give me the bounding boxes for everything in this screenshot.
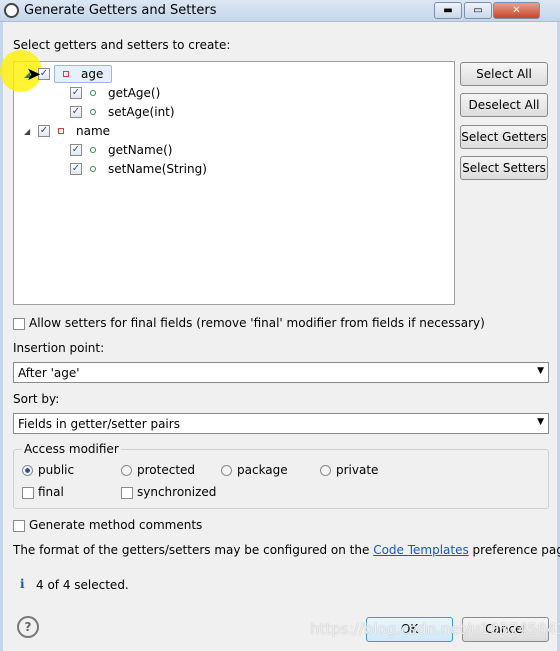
select-all-button[interactable]: Select All bbox=[460, 62, 548, 86]
tree-label: getName() bbox=[108, 143, 173, 157]
radio-private[interactable]: private bbox=[320, 463, 378, 477]
sort-by-select[interactable]: Fields in getter/setter pairs ▼ bbox=[13, 413, 549, 434]
allow-final-checkbox[interactable]: Allow setters for final fields (remove '… bbox=[13, 316, 485, 330]
method-icon bbox=[90, 166, 96, 172]
window-title: Generate Getters and Setters bbox=[24, 3, 217, 18]
dropdown-arrow-icon: ▼ bbox=[537, 417, 544, 427]
checkbox-label: final bbox=[38, 485, 64, 499]
tree-label: setName(String) bbox=[108, 162, 207, 176]
tree-label: name bbox=[76, 124, 111, 138]
code-templates-link[interactable]: Code Templates bbox=[373, 543, 469, 557]
status-text: 4 of 4 selected. bbox=[36, 578, 129, 592]
watermark: https://blog.csdn.net/u1037456413 bbox=[310, 620, 560, 638]
final-checkbox[interactable]: final bbox=[22, 485, 64, 499]
field-icon bbox=[58, 128, 64, 134]
method-icon bbox=[90, 90, 96, 96]
checkbox-label: Allow setters for final fields (remove '… bbox=[29, 316, 485, 330]
checkbox[interactable]: ✓ bbox=[70, 163, 82, 175]
tree-item-getage[interactable]: ✓ getAge() bbox=[70, 84, 160, 102]
tree-item-setage[interactable]: ✓ setAge(int) bbox=[70, 103, 175, 121]
select-setters-button[interactable]: Select Setters bbox=[460, 156, 548, 180]
info-before: The format of the getters/setters may be… bbox=[13, 543, 374, 557]
sort-label: Sort by: bbox=[13, 392, 60, 406]
insertion-point-select[interactable]: After 'age' ▼ bbox=[13, 362, 549, 383]
checkbox[interactable] bbox=[121, 486, 133, 499]
tree-item-getname[interactable]: ✓ getName() bbox=[70, 141, 172, 159]
tree-item-setname[interactable]: ✓ setName(String) bbox=[70, 160, 207, 178]
radio[interactable] bbox=[121, 465, 132, 476]
checkbox[interactable] bbox=[13, 317, 25, 330]
radio-label: package bbox=[237, 463, 288, 477]
checkbox-label: synchronized bbox=[137, 485, 217, 499]
method-icon bbox=[90, 147, 96, 153]
info-text: The format of the getters/setters may be… bbox=[13, 543, 560, 557]
select-value: Fields in getter/setter pairs bbox=[18, 417, 180, 431]
radio-package[interactable]: package bbox=[221, 463, 288, 477]
radio-label: public bbox=[38, 463, 75, 477]
access-modifier-group bbox=[13, 449, 549, 509]
help-icon[interactable]: ? bbox=[17, 616, 39, 638]
radio-label: protected bbox=[137, 463, 196, 477]
title-bar: Generate Getters and Setters ▬ ▭ ✕ bbox=[0, 0, 560, 22]
info-icon: i bbox=[20, 577, 25, 591]
radio[interactable] bbox=[22, 465, 33, 476]
prompt-label: Select getters and setters to create: bbox=[13, 38, 231, 52]
radio-public[interactable]: public bbox=[22, 463, 74, 477]
radio-label: private bbox=[336, 463, 379, 477]
tree-item-name[interactable]: ◢ ✓ name bbox=[24, 122, 110, 140]
generate-comments-checkbox[interactable]: Generate method comments bbox=[13, 518, 202, 532]
tree-label: setAge(int) bbox=[108, 105, 175, 119]
checkbox[interactable]: ✓ bbox=[70, 87, 82, 99]
fields-tree[interactable]: ◢ ✓ age ✓ getAge() ✓ setAge(int) ◢ ✓ name … bbox=[0, 50, 455, 305]
mouse-cursor-icon: ➤ bbox=[26, 64, 42, 85]
access-modifier-label: Access modifier bbox=[22, 442, 121, 456]
expand-arrow-icon[interactable]: ◢ bbox=[24, 127, 38, 136]
close-button[interactable]: ✕ bbox=[493, 2, 540, 19]
insertion-label: Insertion point: bbox=[13, 341, 105, 355]
tree-label: age bbox=[81, 67, 104, 81]
minimize-button[interactable]: ▬ bbox=[434, 2, 462, 19]
method-icon bbox=[90, 109, 96, 115]
checkbox-label: Generate method comments bbox=[29, 518, 203, 532]
radio[interactable] bbox=[221, 465, 232, 476]
checkbox[interactable]: ✓ bbox=[70, 106, 82, 118]
checkbox[interactable]: ✓ bbox=[70, 144, 82, 156]
app-icon bbox=[4, 3, 19, 18]
deselect-all-button[interactable]: Deselect All bbox=[460, 93, 548, 117]
radio-protected[interactable]: protected bbox=[121, 463, 195, 477]
select-getters-button[interactable]: Select Getters bbox=[460, 125, 548, 149]
select-value: After 'age' bbox=[18, 366, 80, 380]
tree-label: getAge() bbox=[108, 86, 161, 100]
field-icon bbox=[63, 71, 69, 77]
radio[interactable] bbox=[320, 465, 331, 476]
info-after: preference page. bbox=[472, 543, 560, 557]
dropdown-arrow-icon: ▼ bbox=[537, 366, 544, 376]
checkbox[interactable] bbox=[22, 486, 34, 499]
checkbox[interactable] bbox=[13, 519, 25, 532]
checkbox-name[interactable]: ✓ bbox=[38, 125, 50, 137]
maximize-button[interactable]: ▭ bbox=[464, 2, 492, 19]
synchronized-checkbox[interactable]: synchronized bbox=[121, 485, 216, 499]
